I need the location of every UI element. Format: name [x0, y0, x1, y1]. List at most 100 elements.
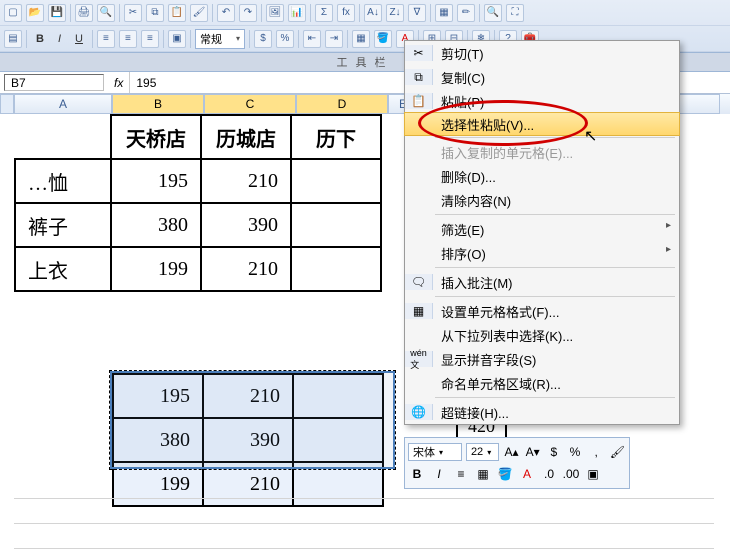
indent-inc-icon[interactable]: ⇥	[325, 30, 343, 48]
ctx-show-pinyin[interactable]: wén文显示拼音字段(S)	[405, 347, 679, 371]
format-painter-icon[interactable]: 🖌	[190, 4, 208, 22]
header-cell: 历城店	[201, 115, 291, 159]
percent-mini-icon[interactable]: %	[566, 443, 583, 461]
data-cell: 199	[111, 247, 201, 291]
toolbar-row-1: ▢ 📂 💾 🖨 🔍 ✂ ⧉ 📋 🖌 ↶ ↷ 🖼 📊 Σ fx A↓ Z↓ ∇ ▦…	[0, 0, 730, 26]
col-header-b[interactable]: B	[112, 94, 204, 114]
preview-icon[interactable]: 🔍	[97, 4, 115, 22]
select-all-corner[interactable]	[0, 94, 14, 114]
row-label: 裤子	[15, 203, 111, 247]
data-table-main: 天桥店 历城店 历下 …恤 195 210 裤子 380 390 上衣 199 …	[14, 114, 382, 292]
header-cell: 天桥店	[111, 115, 201, 159]
ctx-delete[interactable]: 删除(D)...	[405, 164, 679, 188]
data-cell: 210	[201, 159, 291, 203]
comment-icon: 🗨	[411, 274, 427, 290]
name-box[interactable]: B7	[4, 74, 104, 91]
ctx-pick-from-list[interactable]: 从下拉列表中选择(K)...	[405, 323, 679, 347]
copy-icon: ⧉	[411, 69, 427, 85]
shrink-font-icon[interactable]: A▾	[524, 443, 541, 461]
percent-icon[interactable]: %	[276, 30, 294, 48]
mini-toolbar: 宋体 22 A▴ A▾ $ % , 🖌 B I ≡ ▦ 🪣 A .0 .00 ▣	[404, 437, 630, 489]
fx-label: fx	[114, 76, 123, 90]
fill-mini-icon[interactable]: 🪣	[496, 465, 514, 483]
merge-icon[interactable]: ▣	[168, 30, 186, 48]
italic-button[interactable]: I	[53, 29, 66, 49]
currency-icon[interactable]: $	[254, 30, 272, 48]
fullscreen-icon[interactable]: ⛶	[506, 4, 524, 22]
ctx-hyperlink[interactable]: 🌐超链接(H)...	[405, 400, 679, 424]
sum-icon[interactable]: Σ	[315, 4, 333, 22]
ctx-copy[interactable]: ⧉复制(C)	[405, 65, 679, 89]
borders-mini-icon[interactable]: ▦	[474, 465, 492, 483]
ctx-sort[interactable]: 排序(O)	[405, 241, 679, 265]
data-cell: 380	[111, 203, 201, 247]
number-format-combo[interactable]: 常规	[195, 29, 245, 49]
ctx-format-cells[interactable]: ▦设置单元格格式(F)...	[405, 299, 679, 323]
align-left-icon[interactable]: ≡	[97, 30, 115, 48]
indent-dec-icon[interactable]: ⇤	[303, 30, 321, 48]
data-cell: 210	[201, 247, 291, 291]
chart-icon[interactable]: 📊	[288, 4, 306, 22]
ctx-clear[interactable]: 清除内容(N)	[405, 188, 679, 212]
bold-mini[interactable]: B	[408, 465, 426, 483]
row-label: 上衣	[15, 247, 111, 291]
context-menu: ✂剪切(T) ⧉复制(C) 📋粘贴(P) 选择性粘贴(V)... 插入复制的单元…	[404, 40, 680, 425]
bold-button[interactable]: B	[31, 29, 49, 49]
data-cell: 390	[201, 203, 291, 247]
sort-asc-icon[interactable]: A↓	[364, 4, 382, 22]
inc-decimal-icon[interactable]: .00	[562, 465, 580, 483]
row-label: …恤	[15, 159, 111, 203]
paste-icon[interactable]: 📋	[168, 4, 186, 22]
align-center-icon[interactable]: ≡	[119, 30, 137, 48]
redo-icon[interactable]: ↷	[239, 4, 257, 22]
ctx-paste[interactable]: 📋粘贴(P)	[405, 89, 679, 113]
underline-button[interactable]: U	[70, 29, 88, 49]
zoom-icon[interactable]: 🔍	[484, 4, 502, 22]
format-icon: ▦	[411, 303, 427, 319]
italic-mini[interactable]: I	[430, 465, 448, 483]
fill-color-icon[interactable]: 🪣	[374, 30, 392, 48]
fx-icon[interactable]: fx	[337, 4, 355, 22]
globe-icon: 🌐	[411, 404, 427, 420]
ctx-name-range[interactable]: 命名单元格区域(R)...	[405, 371, 679, 395]
borders-icon[interactable]: ▦	[352, 30, 370, 48]
table-icon[interactable]: ▦	[435, 4, 453, 22]
undo-icon[interactable]: ↶	[217, 4, 235, 22]
ctx-filter[interactable]: 筛选(E)	[405, 217, 679, 241]
filter-icon[interactable]: ∇	[408, 4, 426, 22]
merge-mini-icon[interactable]: ▣	[584, 465, 602, 483]
copy-icon[interactable]: ⧉	[146, 4, 164, 22]
scissors-icon: ✂	[411, 45, 427, 61]
sort-desc-icon[interactable]: Z↓	[386, 4, 404, 22]
print-icon[interactable]: 🖨	[75, 4, 93, 22]
open-icon[interactable]: 📂	[26, 4, 44, 22]
mini-size-combo[interactable]: 22	[466, 443, 499, 461]
cut-icon[interactable]: ✂	[124, 4, 142, 22]
data-cell: 195	[111, 159, 201, 203]
col-header-c[interactable]: C	[204, 94, 296, 114]
currency-mini-icon[interactable]: $	[545, 443, 562, 461]
ctx-insert-copied[interactable]: 插入复制的单元格(E)...	[405, 140, 679, 164]
comma-mini-icon[interactable]: ,	[588, 443, 605, 461]
col-header-d[interactable]: D	[296, 94, 388, 114]
save-icon[interactable]: 💾	[48, 4, 66, 22]
pinyin-icon: wén文	[411, 351, 427, 367]
new-icon[interactable]: ▢	[4, 4, 22, 22]
draw-icon[interactable]: ✏	[457, 4, 475, 22]
ctx-paste-special[interactable]: 选择性粘贴(V)...	[404, 112, 680, 136]
pivot-icon[interactable]: ▤	[4, 30, 22, 48]
mini-font-combo[interactable]: 宋体	[408, 443, 462, 461]
col-header-a[interactable]: A	[14, 94, 112, 114]
ctx-insert-comment[interactable]: 🗨插入批注(M)	[405, 270, 679, 294]
selection-marquee	[110, 371, 395, 469]
header-cell: 历下	[291, 115, 381, 159]
dec-decimal-icon[interactable]: .0	[540, 465, 558, 483]
fontcolor-mini-icon[interactable]: A	[518, 465, 536, 483]
grow-font-icon[interactable]: A▴	[503, 443, 520, 461]
paint-mini-icon[interactable]: 🖌	[609, 443, 626, 461]
ctx-cut[interactable]: ✂剪切(T)	[405, 41, 679, 65]
align-mini-icon[interactable]: ≡	[452, 465, 470, 483]
picture-icon[interactable]: 🖼	[266, 4, 284, 22]
align-right-icon[interactable]: ≡	[141, 30, 159, 48]
clipboard-icon: 📋	[411, 93, 427, 109]
